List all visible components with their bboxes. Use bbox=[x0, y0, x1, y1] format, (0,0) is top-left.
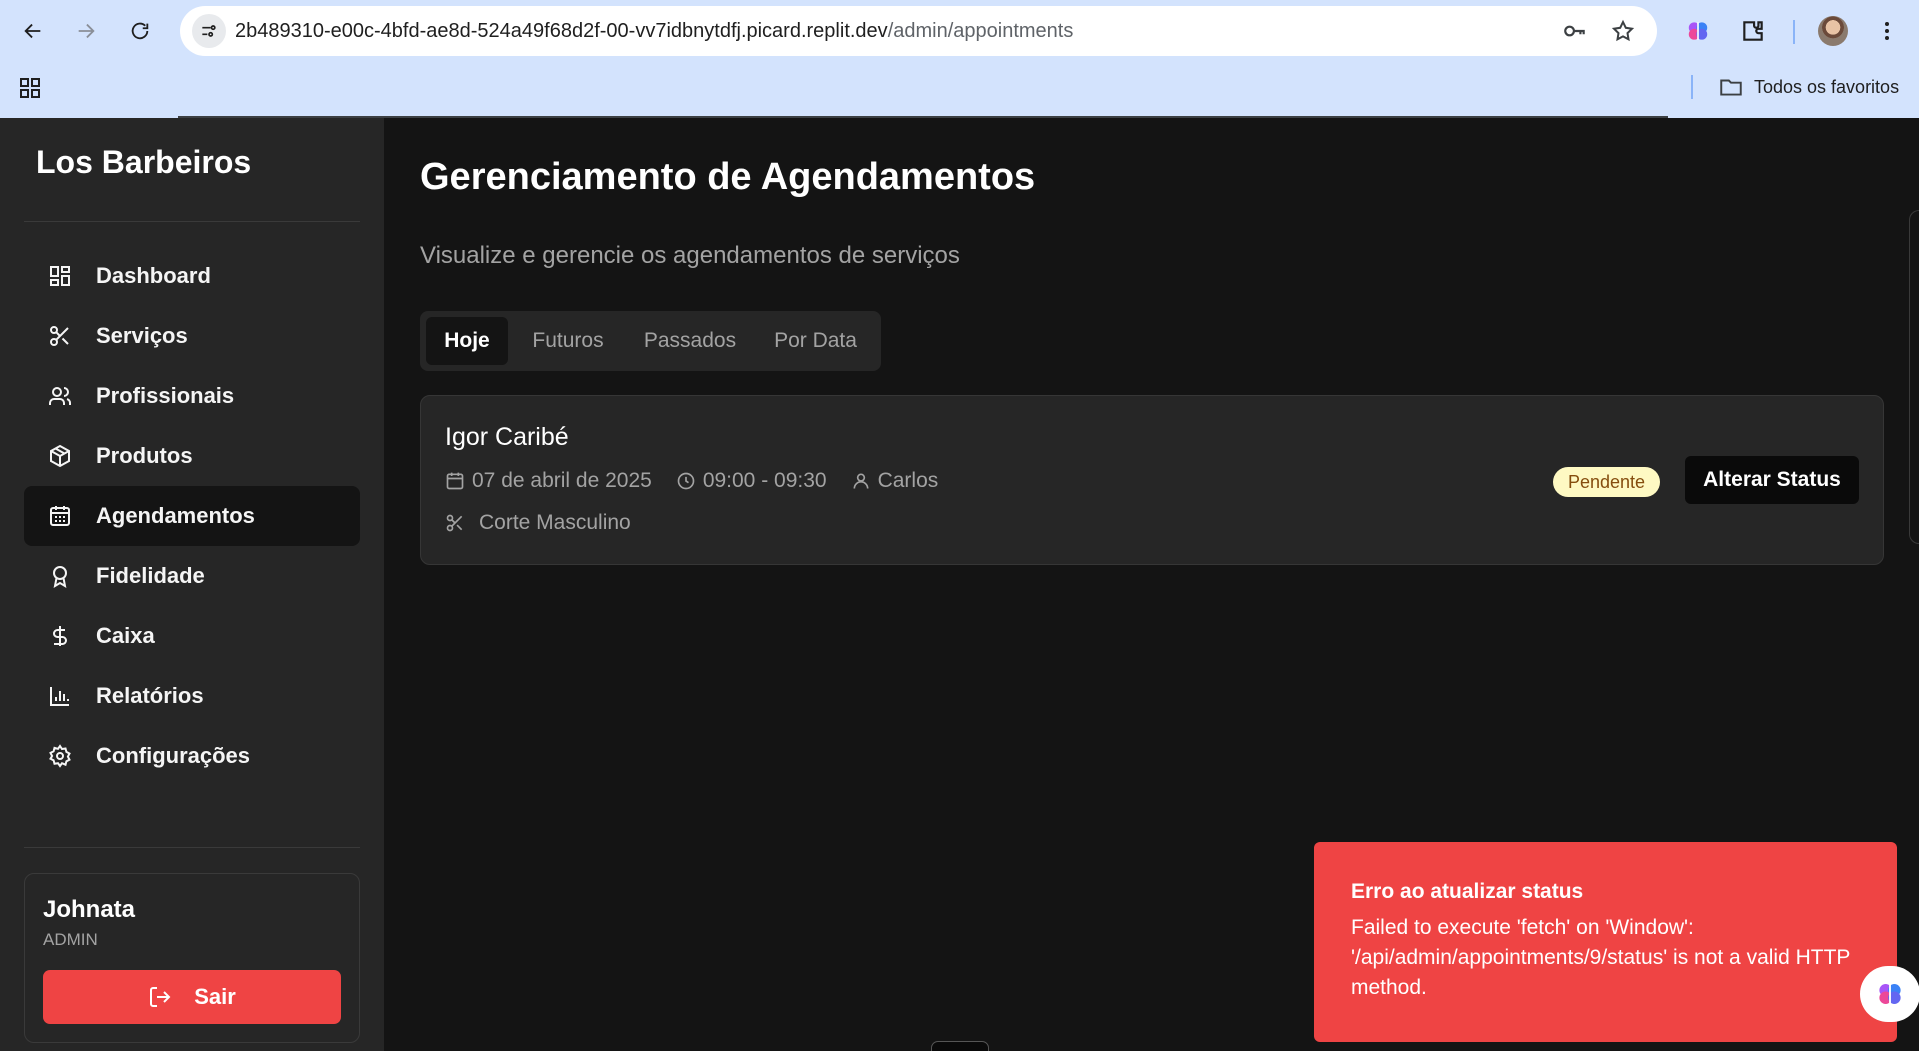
sidebar-item-produtos[interactable]: Produtos bbox=[24, 426, 360, 486]
tab-futuros[interactable]: Futuros bbox=[512, 317, 624, 365]
user-role: ADMIN bbox=[43, 930, 98, 949]
address-bar[interactable]: 2b489310-e00c-4bfd-ae8d-524a49f68d2f-00-… bbox=[180, 6, 1657, 56]
brand-title: Los Barbeiros bbox=[36, 144, 252, 180]
more-menu-icon[interactable] bbox=[1870, 14, 1904, 48]
floating-assistant-button[interactable] bbox=[1860, 966, 1919, 1022]
page-title: Gerenciamento de Agendamentos bbox=[420, 156, 1036, 198]
time-text: 09:00 - 09:30 bbox=[702, 469, 827, 492]
brain-icon bbox=[1879, 984, 1901, 1004]
apps-grid-icon[interactable] bbox=[18, 76, 42, 100]
scissors-icon bbox=[446, 514, 463, 532]
star-icon[interactable] bbox=[1610, 18, 1636, 44]
sidebar-item-dashboard[interactable]: Dashboard bbox=[24, 246, 360, 306]
appointment-date: 07 de abril de 2025 bbox=[445, 469, 652, 493]
bookmarks-bar bbox=[0, 63, 1919, 118]
sidebar-item-agendamentos[interactable]: Agendamentos bbox=[24, 486, 360, 546]
sidebar-item-label: Agendamentos bbox=[96, 503, 255, 528]
reload-button[interactable] bbox=[121, 12, 159, 50]
sidebar-divider bbox=[24, 221, 360, 222]
toolbar-separator bbox=[1793, 20, 1795, 44]
arrow-right-icon bbox=[78, 23, 95, 39]
logout-button[interactable]: Sair bbox=[43, 970, 341, 1024]
dashboard-icon bbox=[48, 264, 72, 288]
sidebar-item-fidelidade[interactable]: Fidelidade bbox=[24, 546, 360, 606]
sidebar-item-label: Fidelidade bbox=[96, 563, 205, 588]
toast-message: Failed to execute 'fetch' on 'Window': '… bbox=[1351, 916, 1851, 999]
sidebar-item-relatorios[interactable]: Relatórios bbox=[24, 666, 360, 726]
arrow-left-icon bbox=[24, 23, 41, 39]
appointment-time: 09:00 - 09:30 bbox=[676, 469, 827, 493]
error-toast: Erro ao atualizar status Failed to execu… bbox=[1314, 842, 1897, 1042]
sidebar-item-profissionais[interactable]: Profissionais bbox=[24, 366, 360, 426]
sidebar-item-label: Produtos bbox=[96, 443, 193, 468]
sidebar-item-label: Serviços bbox=[96, 323, 188, 348]
calendar-icon bbox=[48, 504, 72, 528]
tab-strip-line bbox=[178, 116, 1668, 118]
bottom-handle[interactable] bbox=[931, 1041, 989, 1051]
users-icon bbox=[48, 384, 72, 408]
profile-avatar[interactable] bbox=[1818, 16, 1848, 46]
appointment-service: Corte Masculino bbox=[445, 511, 631, 535]
url-text: 2b489310-e00c-4bfd-ae8d-524a49f68d2f-00-… bbox=[235, 20, 1073, 43]
brain-extension-icon[interactable] bbox=[1681, 14, 1715, 48]
tab-hoje[interactable]: Hoje bbox=[426, 317, 508, 365]
bookmarks-separator bbox=[1691, 75, 1693, 99]
all-bookmarks-link[interactable]: Todos os favoritos bbox=[1754, 77, 1899, 98]
gear-icon bbox=[48, 744, 72, 768]
award-icon bbox=[48, 564, 72, 588]
folder-icon[interactable] bbox=[1718, 74, 1744, 100]
url-path: /admin/appointments bbox=[887, 20, 1074, 42]
professional-text: Carlos bbox=[877, 469, 939, 492]
sidebar-item-label: Caixa bbox=[96, 623, 155, 648]
browser-chrome: 2b489310-e00c-4bfd-ae8d-524a49f68d2f-00-… bbox=[0, 0, 1919, 118]
user-icon bbox=[853, 473, 869, 489]
service-text: Corte Masculino bbox=[479, 511, 631, 534]
extensions-icon[interactable] bbox=[1736, 14, 1770, 48]
client-name: Igor Caribé bbox=[445, 423, 569, 451]
logout-label: Sair bbox=[194, 984, 236, 1009]
change-status-button[interactable]: Alterar Status bbox=[1685, 456, 1859, 504]
dollar-icon bbox=[48, 624, 72, 648]
logout-icon bbox=[150, 987, 171, 1007]
clock-icon bbox=[677, 472, 695, 490]
sidebar-item-servicos[interactable]: Serviços bbox=[24, 306, 360, 366]
appointment-meta: 07 de abril de 2025 09:00 - 09:30 Carlos bbox=[445, 469, 962, 493]
page-subtitle: Visualize e gerencie os agendamentos de … bbox=[420, 242, 960, 269]
tab-por-data[interactable]: Por Data bbox=[756, 317, 875, 365]
forward-button[interactable] bbox=[67, 12, 105, 50]
toast-title: Erro ao atualizar status bbox=[1351, 880, 1584, 903]
bar-chart-icon bbox=[48, 684, 72, 708]
sidebar-item-label: Configurações bbox=[96, 743, 251, 768]
scissors-icon bbox=[48, 324, 72, 348]
side-panel-edge bbox=[1909, 210, 1919, 544]
sidebar-item-configuracoes[interactable]: Configurações bbox=[24, 726, 360, 786]
sidebar-item-label: Profissionais bbox=[96, 383, 235, 408]
appointment-tabs: Hoje Futuros Passados Por Data bbox=[420, 311, 881, 371]
user-card: Johnata ADMIN Sair bbox=[24, 873, 360, 1043]
package-icon bbox=[48, 444, 72, 468]
appointment-professional: Carlos bbox=[851, 469, 939, 493]
key-icon[interactable] bbox=[1562, 18, 1588, 44]
sidebar-divider bbox=[24, 847, 360, 848]
url-host: 2b489310-e00c-4bfd-ae8d-524a49f68d2f-00-… bbox=[235, 20, 888, 42]
appointment-card: Igor Caribé 07 de abril de 2025 09:00 - … bbox=[420, 395, 1884, 565]
reload-icon bbox=[131, 22, 149, 40]
sidebar-item-label: Dashboard bbox=[96, 263, 211, 288]
sidebar-item-label: Relatórios bbox=[96, 683, 204, 708]
site-settings-icon[interactable] bbox=[192, 14, 226, 48]
browser-toolbar: 2b489310-e00c-4bfd-ae8d-524a49f68d2f-00-… bbox=[0, 0, 1919, 63]
date-text: 07 de abril de 2025 bbox=[472, 469, 652, 492]
status-badge: Pendente bbox=[1553, 467, 1661, 497]
sidebar-item-caixa[interactable]: Caixa bbox=[24, 606, 360, 666]
calendar-icon bbox=[446, 472, 464, 490]
back-button[interactable] bbox=[14, 12, 52, 50]
user-name: Johnata bbox=[43, 896, 136, 923]
tab-passados[interactable]: Passados bbox=[628, 317, 752, 365]
sidebar: Los Barbeiros Dashboard Serviços Profiss… bbox=[0, 118, 384, 1051]
